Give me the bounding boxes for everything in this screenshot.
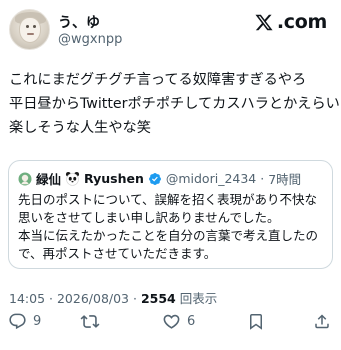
heart-icon <box>163 314 180 329</box>
quoted-author-handle[interactable]: @midori_2434 <box>166 171 256 186</box>
avatar-eye-right <box>33 25 36 28</box>
x-logo-icon <box>255 14 273 30</box>
bookmark-button[interactable] <box>247 312 265 331</box>
brand-label: com <box>283 11 328 33</box>
view-count-label: 回表示 <box>179 291 218 306</box>
quoted-post-text: 先日のポストについて、誤解を招く表現があり不快な 思いをさせてしまい申し訳ありま… <box>18 191 328 263</box>
brand-dot-com: .com <box>276 11 328 33</box>
quoted-line: 思いをさせてしまい申し訳ありませんでした。 <box>18 210 280 225</box>
share-icon <box>315 314 329 329</box>
action-bar: 9 6 <box>0 312 341 334</box>
avatar-eye-left <box>26 25 29 28</box>
tweet-header: う、ゆ @wgxnpp .com <box>0 0 341 60</box>
quoted-post-header: 緑仙 Ryushen @midori_2434 · 7時間 <box>18 169 301 188</box>
dot-separator: · <box>133 291 141 306</box>
verified-badge-icon <box>148 172 161 185</box>
avatar[interactable] <box>9 9 50 50</box>
like-count: 6 <box>187 314 196 329</box>
reply-button[interactable]: 9 <box>8 312 41 331</box>
reply-icon <box>9 313 26 330</box>
avatar-face <box>19 17 41 43</box>
brand: .com <box>254 11 327 33</box>
panda-emoji-icon <box>65 171 80 186</box>
tweet-line: 楽しそうな人生やな笑 <box>9 120 151 136</box>
like-button[interactable]: 6 <box>162 312 195 331</box>
quoted-author-name[interactable]: 緑仙 <box>36 169 61 188</box>
post-time[interactable]: 14:05 <box>9 291 45 306</box>
post-meta: 14:05 · 2026/08/03 · 2554 回表示 <box>9 288 217 307</box>
post-date[interactable]: 2026/08/03 <box>57 291 129 306</box>
repost-button[interactable] <box>80 312 106 331</box>
share-button[interactable] <box>313 312 331 331</box>
quoted-author-name-suffix[interactable]: Ryushen <box>84 171 144 186</box>
repost-icon <box>80 315 100 328</box>
tweet-line: 平日昼からTwitterポチポチしてカスハラとかえらい <box>9 96 340 112</box>
quoted-line: 本当に伝えたかったことを自分の言葉で考え直したの <box>18 228 319 243</box>
author-display-name[interactable]: う、ゆ <box>58 12 100 32</box>
quoted-line: 先日のポストについて、誤解を招く表現があり不快な <box>18 192 318 207</box>
dot-separator: · <box>260 171 265 186</box>
quoted-line: で、再ポストさせていただきます。 <box>18 246 217 261</box>
bookmark-icon <box>250 314 262 330</box>
tweet-text: これにまだグチグチ言ってる奴障害すぎるやろ 平日昼からTwitterポチポチして… <box>9 68 340 140</box>
author-handle[interactable]: @wgxnpp <box>58 32 122 47</box>
tweet-line: これにまだグチグチ言ってる奴障害すぎるやろ <box>9 72 307 88</box>
quoted-post[interactable]: 緑仙 Ryushen @midori_2434 · 7時間 先日のポストについて… <box>8 160 333 269</box>
avatar-mouth <box>27 33 34 35</box>
view-count: 2554 <box>140 291 176 306</box>
quoted-post-time[interactable]: 7時間 <box>268 169 301 188</box>
quoted-avatar-icon <box>18 172 32 185</box>
dot-separator: · <box>49 291 57 306</box>
reply-count: 9 <box>33 314 42 329</box>
